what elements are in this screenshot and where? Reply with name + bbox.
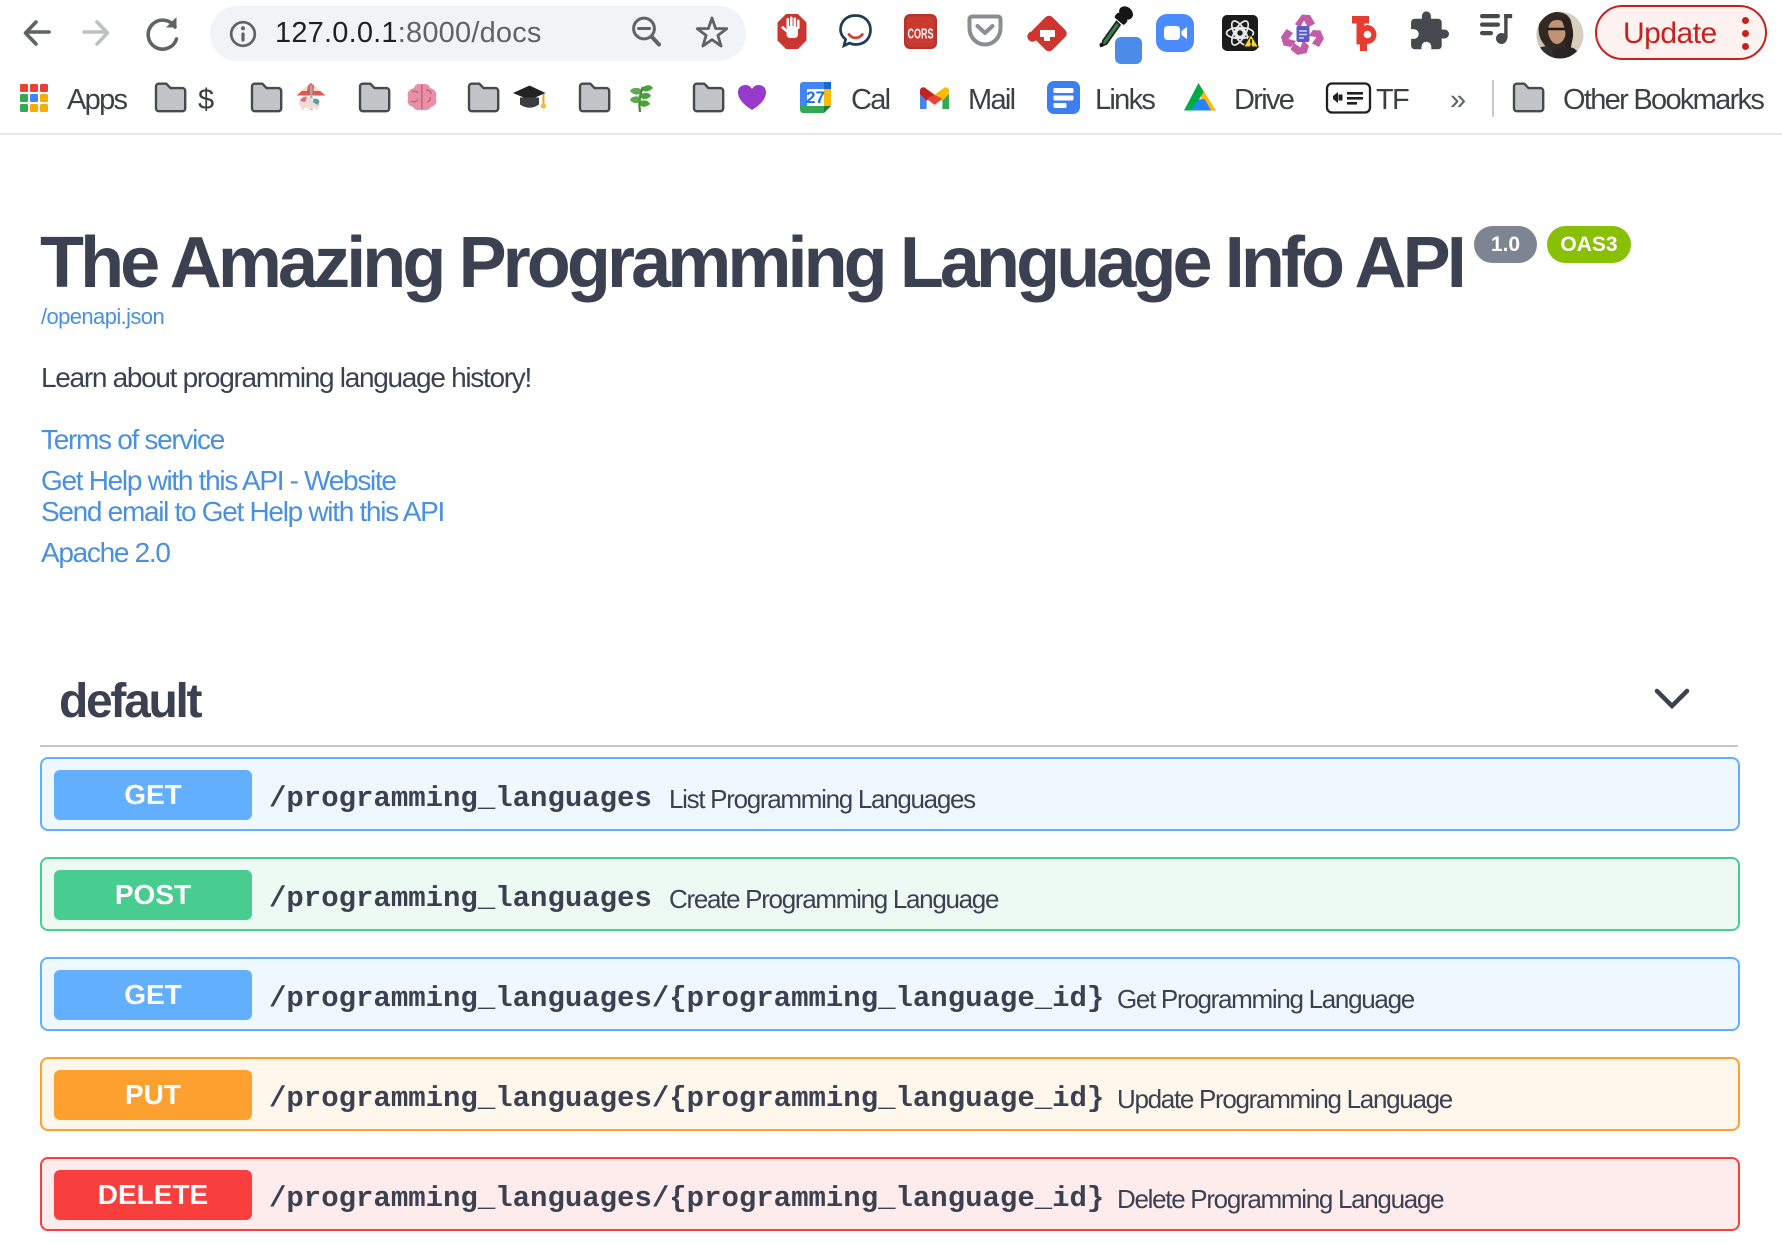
svg-text:CORS: CORS xyxy=(908,26,934,43)
svg-text:27: 27 xyxy=(806,88,825,107)
